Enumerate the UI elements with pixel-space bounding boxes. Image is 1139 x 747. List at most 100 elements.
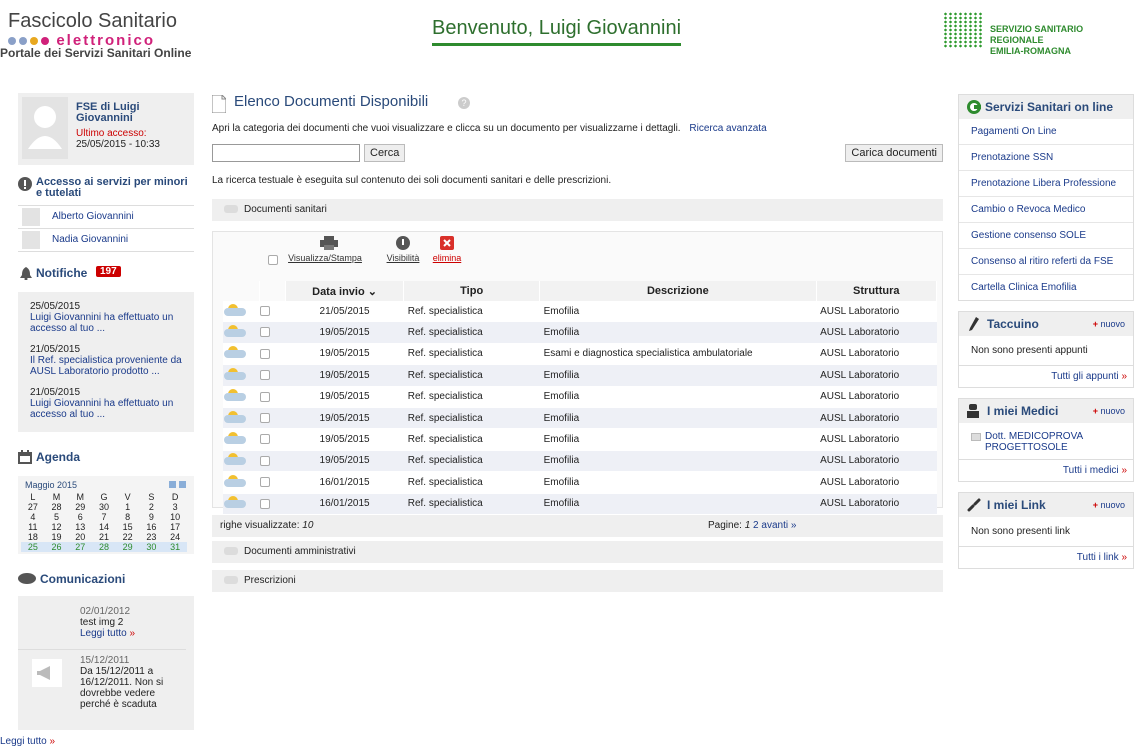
- table-row[interactable]: 21/05/2015 Ref. specialistica Emofilia AUSL…: [223, 301, 937, 323]
- new-doctor-link[interactable]: + nuovo: [1093, 399, 1125, 423]
- row-checkbox[interactable]: [260, 413, 270, 423]
- column-header-descrizione[interactable]: Descrizione: [539, 281, 817, 301]
- info-circle-icon: [18, 177, 32, 191]
- documents-table: Data invio ⌄ Tipo Descrizione Struttura …: [223, 281, 938, 515]
- delete-action[interactable]: elimina: [427, 236, 467, 263]
- table-row[interactable]: 19/05/2015 Ref. specialistica Emofilia AUSL…: [223, 386, 937, 408]
- row-checkbox[interactable]: [260, 348, 270, 359]
- region-logo-icon: [943, 12, 983, 48]
- list-item[interactable]: 25/05/2015 Luigi Giovannini ha effettuato…: [30, 301, 188, 334]
- row-checkbox[interactable]: [260, 477, 270, 488]
- doctor-item[interactable]: Dott. MEDICOPROVA PROGETTOSOLE: [959, 423, 1133, 459]
- communications-title: Comunicazioni: [40, 572, 126, 586]
- user-silhouette-icon: [28, 106, 62, 149]
- links-title: I miei Link: [987, 498, 1046, 512]
- doctor-card-icon: [971, 433, 981, 441]
- sort-desc-icon: ⌄: [367, 285, 377, 298]
- service-link[interactable]: Cartella Clinica Emofilia: [959, 275, 1133, 300]
- row-checkbox[interactable]: [260, 434, 270, 445]
- minor-person-item[interactable]: Alberto Giovannini: [18, 206, 194, 228]
- bell-icon: [20, 267, 32, 280]
- prev-month-icon[interactable]: [169, 481, 176, 488]
- medici-title: I miei Medici: [987, 404, 1059, 418]
- search-note: La ricerca testuale è eseguita sul conte…: [212, 175, 612, 186]
- row-checkbox[interactable]: [260, 327, 270, 338]
- communications-list: 02/01/2012 test img 2 Leggi tutto » 15/1…: [18, 596, 194, 730]
- row-checkbox[interactable]: [260, 498, 270, 509]
- row-checkbox[interactable]: [260, 370, 270, 381]
- new-link-link[interactable]: + nuovo: [1093, 493, 1125, 517]
- calendar-month: Maggio 2015: [25, 480, 78, 490]
- service-link[interactable]: Pagamenti On Line: [959, 119, 1133, 145]
- collapse-icon: [224, 205, 238, 214]
- next-month-icon[interactable]: [179, 481, 186, 488]
- search-input[interactable]: [212, 144, 360, 162]
- empty-links-text: Non sono presenti link: [971, 526, 1070, 537]
- notifications-section: Notifiche 197 25/05/2015 Luigi Giovannini…: [18, 266, 194, 432]
- service-link[interactable]: Prenotazione SSN: [959, 145, 1133, 171]
- pagination: Pagine: 1 2 avanti »: [708, 520, 797, 531]
- row-checkbox[interactable]: [260, 306, 270, 317]
- column-header-data[interactable]: Data invio ⌄: [285, 281, 405, 301]
- delete-icon: [440, 236, 454, 250]
- service-link[interactable]: Gestione consenso SOLE: [959, 223, 1133, 249]
- expand-icon: [224, 576, 238, 585]
- list-item[interactable]: 21/05/2015 Luigi Giovannini ha effettuato…: [30, 387, 188, 420]
- column-header-tipo[interactable]: Tipo: [403, 281, 541, 301]
- table-row[interactable]: 19/05/2015 Ref. specialistica Emofilia AUSL…: [223, 407, 937, 430]
- table-row[interactable]: 19/05/2015 Ref. specialistica Emofilia AUSL…: [223, 428, 937, 451]
- search-bar: Cerca Carica documenti: [212, 144, 943, 164]
- communications-section: Comunicazioni 02/01/2012 test img 2 Legg…: [18, 572, 194, 730]
- service-link[interactable]: Cambio o Revoca Medico: [959, 197, 1133, 223]
- services-box: Servizi Sanitari on line Pagamenti On Li…: [958, 94, 1134, 301]
- read-more-link[interactable]: Leggi tutto: [0, 736, 47, 747]
- section-documenti-sanitari[interactable]: Documenti sanitari: [212, 199, 943, 221]
- table-row[interactable]: 19/05/2015 Ref. specialistica Emofilia AUSL…: [223, 364, 937, 387]
- select-all-checkbox[interactable]: [268, 255, 278, 265]
- link-icon: [967, 498, 981, 512]
- upload-documents-button[interactable]: Carica documenti: [845, 144, 943, 162]
- service-link[interactable]: Prenotazione Libera Professione: [959, 171, 1133, 197]
- weather-cloud-icon: [224, 496, 246, 509]
- calendar-grid: LMMGVSD 27 28 29 30 1 2 3 4 5 6 7 8 9 10 11 12 13 14 15 1…: [21, 492, 187, 552]
- advanced-search-link[interactable]: Ricerca avanzata: [689, 123, 766, 134]
- medici-box: I miei Medici + nuovo Dott. MEDICOPROVA …: [958, 398, 1134, 482]
- doctor-icon: [967, 404, 979, 418]
- left-column: FSE di Luigi Giovannini Ultimo accesso: …: [18, 93, 194, 730]
- pen-icon: [969, 317, 979, 331]
- row-checkbox[interactable]: [260, 455, 270, 466]
- search-button[interactable]: Cerca: [364, 144, 406, 162]
- welcome-message: Benvenuto, Luigi Giovannini: [432, 17, 682, 46]
- services-title: Servizi Sanitari on line: [985, 100, 1114, 114]
- all-links-link[interactable]: Tutti i link: [1077, 552, 1119, 563]
- row-checkbox[interactable]: [260, 391, 270, 402]
- column-header-struttura[interactable]: Struttura: [816, 281, 938, 301]
- section-prescrizioni[interactable]: Prescrizioni: [212, 570, 943, 592]
- visibility-action[interactable]: Visibilità: [383, 236, 423, 263]
- calendar-icon: [18, 450, 32, 464]
- all-notes-link[interactable]: Tutti gli appunti: [1051, 371, 1118, 382]
- pagination-bar: righe visualizzate: 10 Pagine: 1 2 avant…: [212, 515, 943, 537]
- table-row[interactable]: 19/05/2015 Ref. specialistica Emofilia AUSL…: [223, 450, 937, 473]
- table-row[interactable]: 19/05/2015 Ref. specialistica Esami e diag…: [223, 343, 937, 366]
- minors-title: Accesso ai servizi per minori e tutelati: [36, 176, 188, 199]
- avatar: [22, 231, 40, 249]
- service-link[interactable]: Consenso al ritiro referti da FSE: [959, 249, 1133, 275]
- document-icon: [212, 95, 226, 113]
- help-icon[interactable]: ?: [458, 97, 470, 109]
- table-row[interactable]: 16/01/2015 Ref. specialistica Emofilia AUSL…: [223, 493, 937, 515]
- table-row[interactable]: 16/01/2015 Ref. specialistica Emofilia AUSL…: [223, 471, 937, 494]
- read-more-link[interactable]: Leggi tutto: [80, 628, 127, 639]
- next-page-link[interactable]: avanti: [761, 520, 788, 531]
- page-2-link[interactable]: 2: [753, 520, 759, 531]
- new-note-link[interactable]: + nuovo: [1093, 312, 1125, 336]
- list-item[interactable]: 21/05/2015 Il Ref. specialistica provenie…: [30, 344, 188, 377]
- agenda-title: Agenda: [36, 450, 81, 464]
- all-doctors-link[interactable]: Tutti i medici: [1063, 465, 1119, 476]
- section-documenti-amministrativi[interactable]: Documenti amministrativi: [212, 541, 943, 563]
- notifications-count-badge: 197: [96, 266, 121, 277]
- table-row[interactable]: 19/05/2015 Ref. specialistica Emofilia AUSL…: [223, 321, 937, 344]
- print-action[interactable]: Visualizza/Stampa: [288, 236, 369, 263]
- minor-person-item[interactable]: Nadia Giovannini: [18, 229, 194, 251]
- weather-cloud-icon: [224, 303, 246, 316]
